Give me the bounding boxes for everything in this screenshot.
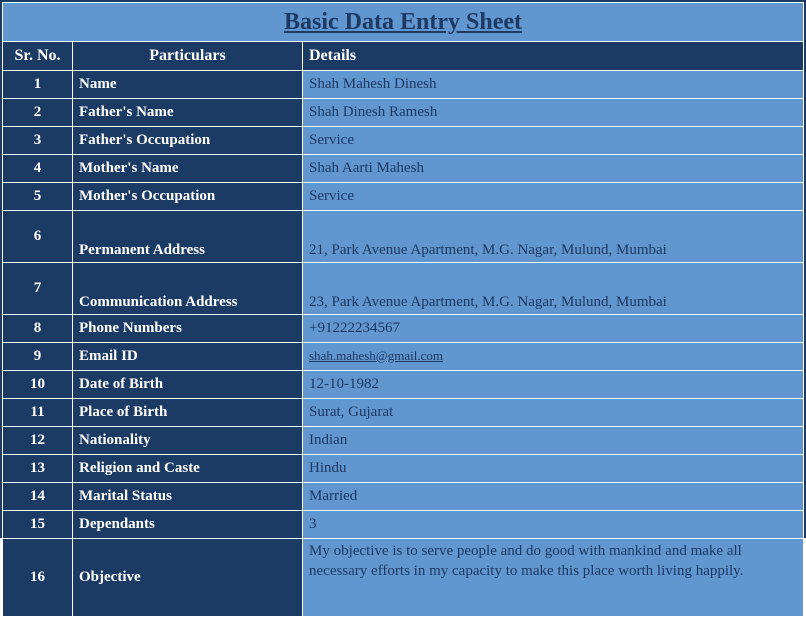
row-detail: Indian <box>303 427 804 455</box>
row-detail: Shah Dinesh Ramesh <box>303 99 804 127</box>
table-row: 11Place of BirthSurat, Gujarat <box>3 399 804 427</box>
row-srno: 13 <box>3 455 73 483</box>
table-row: 5Mother's OccupationService <box>3 183 804 211</box>
row-srno: 14 <box>3 483 73 511</box>
row-srno: 1 <box>3 71 73 99</box>
col-header-details: Details <box>303 42 804 71</box>
title-row: Basic Data Entry Sheet <box>3 3 804 42</box>
row-srno: 5 <box>3 183 73 211</box>
row-particular: Father's Occupation <box>73 127 303 155</box>
row-srno: 6 <box>3 211 73 263</box>
row-detail: Service <box>303 127 804 155</box>
row-srno: 2 <box>3 99 73 127</box>
row-particular: Place of Birth <box>73 399 303 427</box>
row-srno: 11 <box>3 399 73 427</box>
data-entry-sheet: Basic Data Entry Sheet Sr. No. Particula… <box>0 0 806 538</box>
row-particular: Religion and Caste <box>73 455 303 483</box>
table-row: 4Mother's NameShah Aarti Mahesh <box>3 155 804 183</box>
table-row: 13Religion and CasteHindu <box>3 455 804 483</box>
row-particular: Name <box>73 71 303 99</box>
table-row: 9Email ID shah.mahesh@gmail.com <box>3 343 804 371</box>
table-row: 1NameShah Mahesh Dinesh <box>3 71 804 99</box>
col-header-srno: Sr. No. <box>3 42 73 71</box>
row-srno: 9 <box>3 343 73 371</box>
table-row: 14Marital StatusMarried <box>3 483 804 511</box>
table-row: 7Communication Address23, Park Avenue Ap… <box>3 263 804 315</box>
row-detail: shah.mahesh@gmail.com <box>303 343 804 371</box>
row-detail: 23, Park Avenue Apartment, M.G. Nagar, M… <box>303 263 804 315</box>
row-detail: Service <box>303 183 804 211</box>
row-srno: 15 <box>3 511 73 539</box>
table-row: 16ObjectiveMy objective is to serve peop… <box>3 539 804 617</box>
sheet-title: Basic Data Entry Sheet <box>3 3 804 42</box>
row-detail: Surat, Gujarat <box>303 399 804 427</box>
table-row: 10Date of Birth12-10-1982 <box>3 371 804 399</box>
row-detail: Shah Mahesh Dinesh <box>303 71 804 99</box>
row-detail: Married <box>303 483 804 511</box>
row-particular: Communication Address <box>73 263 303 315</box>
row-detail: My objective is to serve people and do g… <box>303 539 804 617</box>
table-row: 6Permanent Address21, Park Avenue Apartm… <box>3 211 804 263</box>
row-detail: +91222234567 <box>303 315 804 343</box>
row-srno: 16 <box>3 539 73 617</box>
row-srno: 8 <box>3 315 73 343</box>
row-detail: 3 <box>303 511 804 539</box>
row-srno: 12 <box>3 427 73 455</box>
row-detail: Hindu <box>303 455 804 483</box>
table-row: 3Father's OccupationService <box>3 127 804 155</box>
row-particular: Objective <box>73 539 303 617</box>
row-particular: Marital Status <box>73 483 303 511</box>
row-detail: 21, Park Avenue Apartment, M.G. Nagar, M… <box>303 211 804 263</box>
row-particular: Nationality <box>73 427 303 455</box>
row-particular: Phone Numbers <box>73 315 303 343</box>
row-srno: 10 <box>3 371 73 399</box>
row-particular: Dependants <box>73 511 303 539</box>
row-srno: 3 <box>3 127 73 155</box>
row-detail: 12-10-1982 <box>303 371 804 399</box>
row-srno: 7 <box>3 263 73 315</box>
row-particular: Mother's Name <box>73 155 303 183</box>
row-detail: Shah Aarti Mahesh <box>303 155 804 183</box>
email-link[interactable]: shah.mahesh@gmail.com <box>309 348 443 363</box>
table-row: 8Phone Numbers+91222234567 <box>3 315 804 343</box>
table-row: 2Father's NameShah Dinesh Ramesh <box>3 99 804 127</box>
row-srno: 4 <box>3 155 73 183</box>
row-particular: Email ID <box>73 343 303 371</box>
data-table: Basic Data Entry Sheet Sr. No. Particula… <box>2 2 804 617</box>
row-particular: Mother's Occupation <box>73 183 303 211</box>
row-particular: Permanent Address <box>73 211 303 263</box>
header-row: Sr. No. Particulars Details <box>3 42 804 71</box>
row-particular: Father's Name <box>73 99 303 127</box>
table-row: 12NationalityIndian <box>3 427 804 455</box>
table-row: 15Dependants3 <box>3 511 804 539</box>
row-particular: Date of Birth <box>73 371 303 399</box>
col-header-particulars: Particulars <box>73 42 303 71</box>
